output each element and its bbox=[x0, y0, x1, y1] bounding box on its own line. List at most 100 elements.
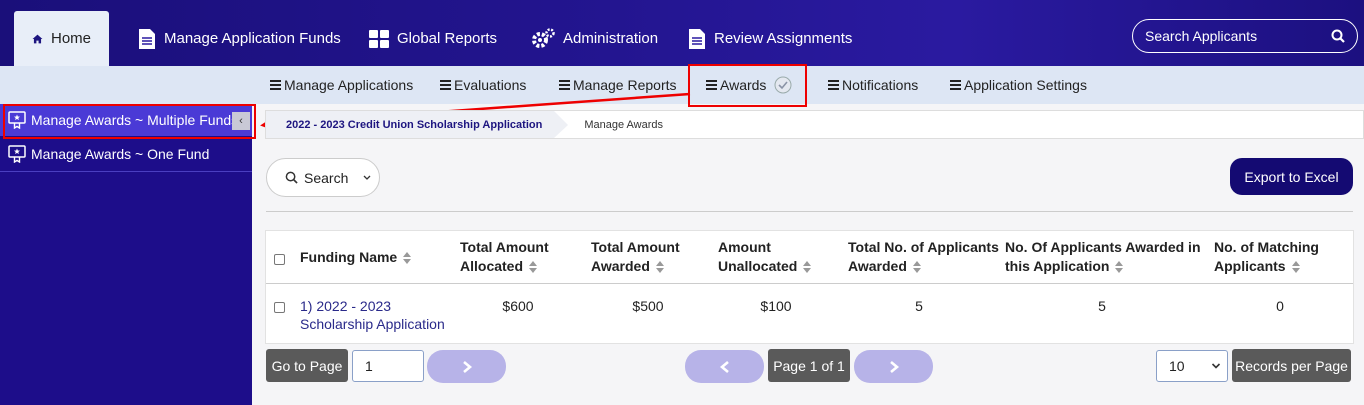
awards-table: Funding Name Total Amount Allocated Total… bbox=[265, 230, 1354, 344]
records-per-page-select[interactable]: 10 bbox=[1156, 350, 1228, 382]
divider bbox=[266, 211, 1353, 212]
export-label: Export to Excel bbox=[1244, 168, 1339, 185]
sidebar-item-one-fund[interactable]: Manage Awards ~ One Fund bbox=[0, 138, 252, 170]
cell-allocated: $600 bbox=[502, 298, 534, 314]
column-header-total-applicants-awarded[interactable]: Total No. of Applicants Awarded bbox=[848, 238, 999, 276]
column-header-total-allocated[interactable]: Total Amount Allocated bbox=[460, 238, 549, 276]
search-button-label: Search bbox=[304, 169, 349, 186]
home-icon bbox=[32, 34, 43, 43]
header-label: Total Amount bbox=[460, 239, 549, 255]
cell-unallocated: $100 bbox=[760, 298, 792, 314]
subnav-notifications[interactable]: Notifications bbox=[828, 66, 918, 104]
button-label: Go to Page bbox=[271, 357, 343, 374]
menu-icon bbox=[950, 78, 961, 92]
records-per-page-button[interactable]: Records per Page bbox=[1232, 349, 1351, 382]
search-icon[interactable] bbox=[1331, 29, 1345, 43]
cell-matching: 0 bbox=[1276, 298, 1284, 314]
sidebar-divider bbox=[0, 171, 252, 172]
row-checkbox[interactable] bbox=[274, 302, 285, 313]
go-to-page-button[interactable]: Go to Page bbox=[266, 349, 348, 382]
sort-icon bbox=[912, 261, 921, 274]
sort-icon bbox=[803, 261, 812, 274]
cell-awarded-in-application: 5 bbox=[1098, 298, 1106, 314]
input-value: 1 bbox=[365, 358, 373, 374]
sort-icon bbox=[529, 261, 538, 274]
export-to-excel-button[interactable]: Export to Excel bbox=[1230, 158, 1353, 195]
menu-icon bbox=[828, 78, 839, 92]
nav-global-reports[interactable]: Global Reports bbox=[351, 11, 515, 66]
nav-administration[interactable]: Administration bbox=[513, 11, 676, 66]
header-label: Unallocated bbox=[718, 258, 798, 274]
nav-label: Administration bbox=[563, 30, 659, 47]
nav-label: Manage Application Funds bbox=[164, 30, 341, 47]
header-label: Allocated bbox=[460, 258, 524, 274]
search-filter-button[interactable]: Search bbox=[266, 158, 380, 197]
header-label: Awarded bbox=[591, 258, 650, 274]
cell-text: 1) 2022 - 2023 bbox=[300, 298, 392, 314]
page-number-input[interactable]: 1 bbox=[352, 350, 424, 382]
select-value: 10 bbox=[1169, 358, 1185, 374]
header-label: Applicants bbox=[1214, 258, 1286, 274]
nav-home[interactable]: Home bbox=[14, 11, 109, 66]
search-icon bbox=[285, 171, 298, 184]
nav-review-assignments[interactable]: Review Assignments bbox=[670, 11, 870, 66]
top-navigation-bar: Home Manage Application Funds Global Rep… bbox=[0, 0, 1364, 66]
breadcrumb-item-manage-awards: Manage Awards bbox=[554, 119, 663, 131]
sidebar: Manage Awards ~ Multiple Funds ‹ Manage … bbox=[0, 104, 252, 405]
breadcrumb: 2022 - 2023 Credit Union Scholarship App… bbox=[265, 110, 1364, 139]
nav-manage-application-funds[interactable]: Manage Application Funds bbox=[120, 11, 359, 66]
breadcrumb-label: Manage Awards bbox=[584, 118, 664, 131]
chevron-left-icon bbox=[719, 360, 729, 373]
button-label: Records per Page bbox=[1235, 357, 1348, 374]
cell-awarded: $500 bbox=[632, 298, 664, 314]
header-label: Total No. of Applicants bbox=[848, 239, 999, 255]
sort-icon bbox=[403, 252, 412, 265]
cell-text: Scholarship Application bbox=[300, 316, 445, 332]
column-header-funding-name[interactable]: Funding Name bbox=[300, 248, 412, 267]
search-applicants-label: Search Applicants bbox=[1145, 28, 1258, 44]
sidebar-highlight-box bbox=[3, 104, 256, 139]
chevron-down-icon bbox=[363, 175, 371, 180]
chevron-down-icon bbox=[1211, 363, 1221, 369]
go-arrow-button[interactable] bbox=[427, 350, 506, 383]
award-certificate-icon bbox=[8, 145, 26, 163]
nav-label: Review Assignments bbox=[714, 30, 853, 47]
document-icon bbox=[139, 28, 155, 49]
subnav-label: Notifications bbox=[842, 77, 919, 93]
select-all-checkbox[interactable] bbox=[274, 254, 285, 265]
awards-highlight-box bbox=[688, 64, 807, 107]
header-label: Awarded bbox=[848, 258, 907, 274]
chevron-right-icon bbox=[462, 360, 472, 373]
nav-label: Global Reports bbox=[397, 30, 498, 47]
breadcrumb-label: 2022 - 2023 Credit Union Scholarship App… bbox=[286, 118, 543, 131]
header-divider bbox=[266, 283, 1353, 284]
column-header-total-awarded[interactable]: Total Amount Awarded bbox=[591, 238, 680, 276]
sort-icon bbox=[1291, 261, 1300, 274]
cell-total-applicants-awarded: 5 bbox=[915, 298, 923, 314]
header-label: No. of Matching bbox=[1214, 239, 1319, 255]
sidebar-item-label: Manage Awards ~ One Fund bbox=[31, 146, 210, 162]
header-label: No. Of Applicants Awarded in bbox=[1005, 239, 1201, 255]
funding-name-link[interactable]: 1) 2022 - 2023 Scholarship Application bbox=[300, 297, 445, 333]
previous-page-button[interactable] bbox=[685, 350, 764, 383]
sort-icon bbox=[1115, 261, 1124, 274]
grid-icon bbox=[369, 29, 389, 48]
document-icon bbox=[689, 28, 705, 49]
header-label: Total Amount bbox=[591, 239, 680, 255]
search-applicants-input[interactable]: Search Applicants bbox=[1132, 19, 1358, 53]
nav-home-label: Home bbox=[50, 30, 91, 47]
column-header-matching-applicants[interactable]: No. of Matching Applicants bbox=[1214, 238, 1319, 276]
page-info-label: Page 1 of 1 bbox=[773, 357, 845, 374]
column-header-unallocated[interactable]: Amount Unallocated bbox=[718, 238, 812, 276]
page-info: Page 1 of 1 bbox=[768, 349, 850, 382]
breadcrumb-item-application[interactable]: 2022 - 2023 Credit Union Scholarship App… bbox=[266, 111, 569, 138]
sort-icon bbox=[655, 261, 664, 274]
header-label: this Application bbox=[1005, 258, 1110, 274]
next-page-button[interactable] bbox=[854, 350, 933, 383]
gears-icon bbox=[532, 27, 555, 48]
column-header-awarded-in-application[interactable]: No. Of Applicants Awarded in this Applica… bbox=[1005, 238, 1201, 276]
header-label: Amount bbox=[718, 239, 771, 255]
subnav-application-settings[interactable]: Application Settings bbox=[950, 66, 1087, 104]
header-label: Funding Name bbox=[300, 249, 398, 265]
subnav-label: Application Settings bbox=[964, 77, 1087, 93]
